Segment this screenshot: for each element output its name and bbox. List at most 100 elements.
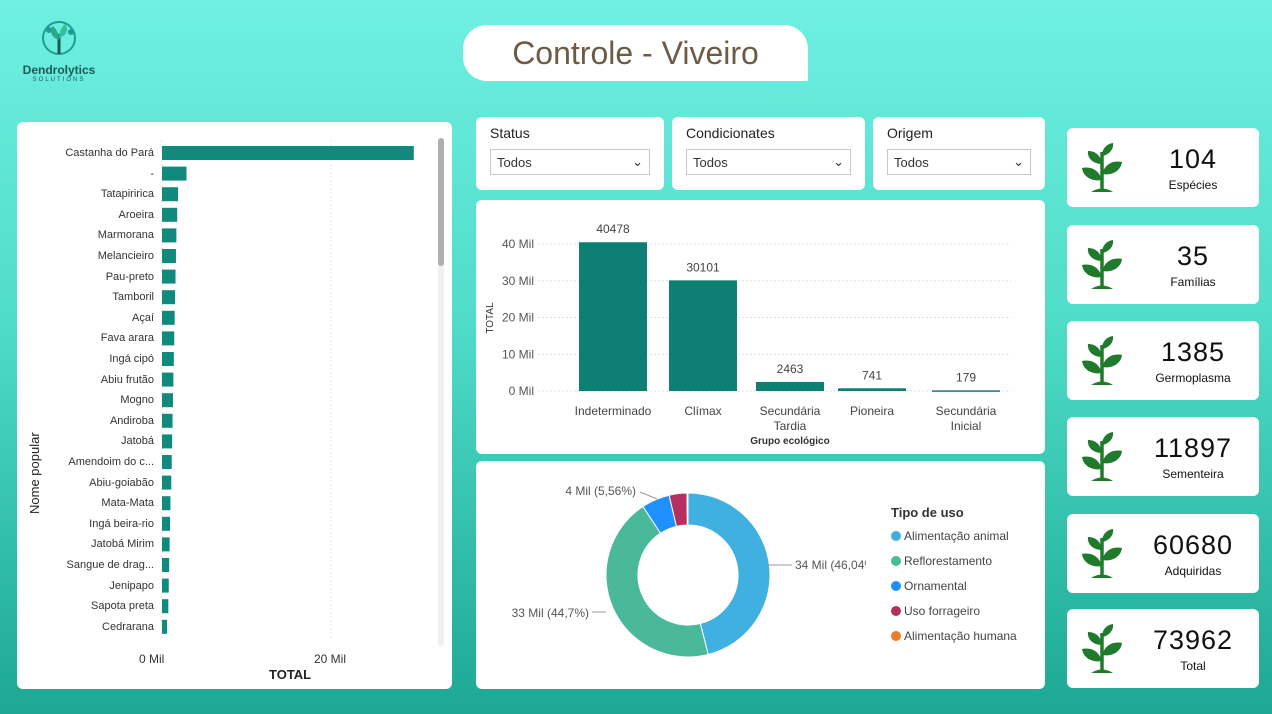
- bar[interactable]: [162, 558, 170, 572]
- bar[interactable]: [162, 537, 170, 552]
- x-axis-title: Grupo ecológico: [750, 436, 829, 447]
- bar[interactable]: [162, 187, 179, 202]
- bar[interactable]: [162, 496, 171, 511]
- kpi-label: Sementeira: [1162, 466, 1224, 481]
- scrollbar-thumb[interactable]: [438, 138, 444, 266]
- slice-label: 4 Mil (5,56%): [565, 484, 636, 498]
- plant-icon: [1080, 237, 1124, 291]
- bar[interactable]: [162, 331, 175, 346]
- status-dropdown[interactable]: Todos ⌄: [490, 149, 650, 175]
- column-plot: 0 Mil 10 Mil 20 Mil 30 Mil 40 Mil TOTAL 40478 I…: [485, 222, 1011, 447]
- leader-line: [639, 491, 658, 500]
- bar[interactable]: [162, 249, 176, 263]
- plant-icon: [1080, 429, 1124, 483]
- kpi-label: Adquiridas: [1164, 563, 1222, 578]
- bar[interactable]: [162, 434, 173, 449]
- bar[interactable]: [162, 310, 175, 325]
- scrollbar-track[interactable]: [438, 138, 444, 646]
- data-label: 40478: [596, 222, 630, 236]
- kpi-card-sementeira: 11897 Sementeira: [1067, 417, 1259, 496]
- legend-item[interactable]: Uso forrageiro: [891, 598, 1017, 623]
- origem-dropdown[interactable]: Todos ⌄: [887, 149, 1031, 175]
- legend-dot: [891, 580, 901, 591]
- y-tick-label: 40 Mil: [502, 237, 534, 251]
- brand-name: Dendrolytics: [22, 63, 96, 77]
- column-bar[interactable]: [838, 388, 906, 391]
- y-tick-label: 10 Mil: [502, 347, 534, 361]
- column-bar[interactable]: [669, 280, 737, 391]
- plant-icon: [1080, 140, 1124, 194]
- y-tick-label: 0 Mil: [509, 384, 534, 398]
- legend-title: Tipo de uso: [891, 505, 964, 520]
- bar[interactable]: [162, 207, 178, 222]
- y-tick-label: 20 Mil: [502, 311, 534, 325]
- kpi-label: Espécies: [1168, 177, 1218, 192]
- category-label: Tardia: [774, 419, 807, 433]
- bar[interactable]: [162, 516, 171, 531]
- legend-dot: [891, 605, 901, 616]
- page-title: Controle - Viveiro: [512, 34, 759, 71]
- legend-item[interactable]: Ornamental: [891, 573, 1017, 598]
- bar[interactable]: [162, 228, 177, 243]
- kpi-label: Total: [1180, 658, 1206, 673]
- donut-slice[interactable]: [686, 492, 689, 526]
- bar[interactable]: [162, 578, 169, 593]
- category-label: Secundária: [760, 404, 821, 418]
- kpi-value: 73962: [1152, 624, 1234, 655]
- donut-slice[interactable]: [605, 505, 709, 658]
- column-bar[interactable]: [756, 381, 824, 391]
- x-tick-0: 0 Mil: [139, 652, 165, 666]
- chevron-down-icon: ⌄: [833, 154, 844, 169]
- x-tick-1: 20 Mil: [314, 652, 347, 666]
- bar[interactable]: [162, 372, 174, 387]
- legend-label: Uso forrageiro: [904, 603, 981, 618]
- legend-label: Alimentação humana: [904, 628, 1017, 643]
- kpi-value: 1385: [1160, 336, 1226, 367]
- bar[interactable]: [162, 413, 173, 428]
- donut-legend: Alimentação animal Reflorestamento Ornamen…: [891, 523, 1017, 648]
- legend-item[interactable]: Alimentação humana: [891, 623, 1017, 648]
- legend-dot: [891, 530, 901, 541]
- legend-item[interactable]: Alimentação animal: [891, 523, 1017, 548]
- condicionates-dropdown[interactable]: Todos ⌄: [686, 149, 851, 175]
- slicer-label: Condicionates: [686, 125, 775, 141]
- legend-dot: [891, 555, 901, 566]
- bar[interactable]: [162, 290, 176, 305]
- dropdown-value: Todos: [497, 154, 532, 170]
- column-bar[interactable]: [932, 390, 1000, 392]
- kpi-label: Germoplasma: [1155, 370, 1231, 385]
- x-axis-title: TOTAL: [269, 667, 312, 682]
- kpi-card-total: 73962 Total: [1067, 609, 1259, 688]
- status-slicer[interactable]: Status Todos ⌄: [476, 117, 664, 190]
- bar[interactable]: [162, 475, 172, 490]
- bar[interactable]: [162, 619, 168, 634]
- kpi-card-germoplasma: 1385 Germoplasma: [1067, 321, 1259, 400]
- slice-label: 33 Mil (44,7%): [512, 606, 589, 620]
- bar[interactable]: [162, 352, 174, 366]
- category-label: Clímax: [684, 404, 721, 418]
- origem-slicer[interactable]: Origem Todos ⌄: [873, 117, 1045, 190]
- bar[interactable]: [162, 269, 176, 284]
- chevron-down-icon: ⌄: [1013, 154, 1024, 169]
- legend-label: Ornamental: [904, 578, 967, 593]
- ecological-group-chart: 0 Mil 10 Mil 20 Mil 30 Mil 40 Mil TOTAL 40478 I…: [476, 200, 1045, 454]
- category-label: Indeterminado: [575, 404, 652, 418]
- bar[interactable]: [162, 599, 169, 614]
- brand-sub: SOLUTIONS: [32, 77, 86, 83]
- kpi-value: 35: [1176, 240, 1210, 271]
- bar[interactable]: [162, 393, 173, 408]
- bar[interactable]: [162, 455, 172, 469]
- legend-dot: [891, 630, 901, 641]
- slice-label: 34 Mil (46,04%): [795, 558, 866, 572]
- kpi-label: Famílias: [1170, 274, 1216, 289]
- data-label: 30101: [686, 260, 720, 274]
- category-label: Inicial: [951, 419, 982, 433]
- column-bar[interactable]: [579, 242, 647, 391]
- bar[interactable]: [162, 166, 187, 181]
- plant-icon: [1080, 333, 1124, 387]
- bar[interactable]: [162, 146, 414, 160]
- condicionates-slicer[interactable]: Condicionates Todos ⌄: [672, 117, 865, 190]
- legend-label: Alimentação animal: [904, 528, 1009, 543]
- kpi-card-especies: 104 Espécies: [1067, 128, 1259, 207]
- legend-item[interactable]: Reflorestamento: [891, 548, 1017, 573]
